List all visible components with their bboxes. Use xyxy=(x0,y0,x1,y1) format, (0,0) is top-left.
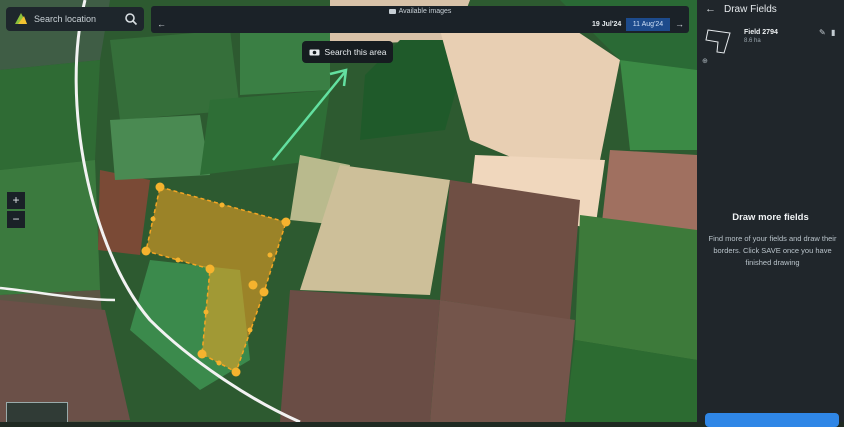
panel-title: Draw Fields xyxy=(724,3,777,15)
search-location-bar[interactable]: Search location xyxy=(6,7,144,31)
timeline-caption: Available images xyxy=(151,8,689,15)
satellite-imagery xyxy=(0,0,697,422)
draw-fields-panel: ← Draw Fields Field 2794 8.6 ha ✎ ▮ ⊕ Dr… xyxy=(697,0,844,427)
draw-more-description: Find more of your fields and draw their … xyxy=(708,234,837,267)
layer-switcher-thumbnail[interactable] xyxy=(6,402,68,422)
timeline-date-selected[interactable]: 11 Aug'24 xyxy=(626,18,670,31)
field-shape-icon xyxy=(705,29,731,54)
camera-icon xyxy=(388,8,396,14)
satellite-map[interactable]: Search location Available images ← → 19 … xyxy=(0,0,697,422)
edit-icon[interactable]: ✎ xyxy=(819,28,826,37)
draw-more-title: Draw more fields xyxy=(732,212,809,223)
search-input[interactable]: Search location xyxy=(34,14,124,24)
timeline-prev-icon[interactable]: ← xyxy=(157,19,166,29)
trash-icon[interactable]: ▮ xyxy=(831,28,835,37)
search-icon[interactable] xyxy=(124,12,138,26)
timeline-next-icon[interactable]: → xyxy=(675,19,684,29)
field-list-item[interactable]: Field 2794 8.6 ha ✎ ▮ xyxy=(705,25,840,55)
field-area: 8.6 ha xyxy=(744,38,761,44)
locate-field-icon[interactable]: ⊕ xyxy=(702,57,708,65)
zoom-out-button[interactable]: − xyxy=(7,211,25,228)
app-logo-icon xyxy=(15,13,27,24)
field-name: Field 2794 xyxy=(744,29,778,36)
zoom-in-button[interactable]: + xyxy=(7,192,25,209)
timeline-date[interactable]: 19 Jul'24 xyxy=(592,21,621,28)
panel-header: ← Draw Fields xyxy=(705,3,777,15)
search-area-icon xyxy=(309,49,320,56)
back-arrow-icon[interactable]: ← xyxy=(705,3,716,15)
image-timeline[interactable]: Available images ← → 19 Jul'24 11 Aug'24 xyxy=(151,6,689,33)
search-this-area-button[interactable]: Search this area xyxy=(302,41,393,63)
save-button[interactable] xyxy=(705,413,839,427)
